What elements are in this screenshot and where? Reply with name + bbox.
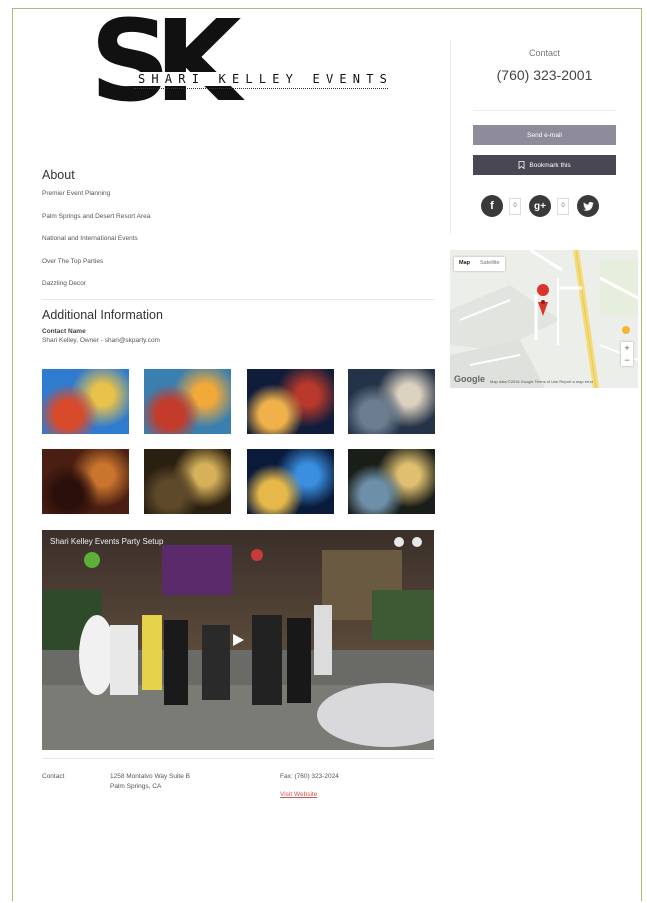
location-map[interactable]: Map Satellite + − Google Map data ©2016 … — [450, 250, 638, 388]
send-email-button[interactable]: Send e-mail — [473, 125, 616, 145]
lit-stage-photo[interactable] — [247, 369, 334, 434]
tent-dinner-photo[interactable] — [144, 449, 231, 514]
address-line-2: Palm Springs, CA — [110, 783, 162, 790]
bookmark-label: Bookmark this — [529, 161, 571, 169]
share-buttons: f 0 g+ 0 — [481, 195, 599, 217]
video-actions[interactable] — [394, 537, 422, 547]
about-item: Premier Event Planning — [42, 190, 111, 197]
footer-address: 1258 Montalvo Way Suite B Palm Springs, … — [110, 772, 190, 792]
about-item: Palm Springs and Desert Resort Area — [42, 212, 151, 220]
map-toggle-map[interactable]: Map — [454, 257, 475, 271]
bookmark-icon — [519, 161, 525, 169]
contact-name-value: Shari Kelley, Owner - shari@skparty.com — [42, 337, 160, 345]
map-brand-logo: Google — [454, 374, 485, 384]
logo-monogram: SK — [90, 0, 242, 127]
about-item: Over The Top Parties — [42, 257, 104, 265]
footer-website[interactable]: Visit Website — [280, 790, 317, 800]
about-list: Premier Event Planning Palm Springs and … — [42, 190, 434, 294]
about-item: Dazzling Decor — [42, 280, 87, 288]
additional-info-title: Additional Information — [42, 308, 163, 323]
footer-fax: Fax: (760) 323-2024 — [280, 773, 339, 780]
zoom-out-icon[interactable]: − — [621, 354, 633, 366]
map-type-toggle[interactable]: Map Satellite — [454, 257, 505, 271]
carnival-decor-photo[interactable] — [42, 369, 129, 434]
sidebar-contact-label: Contact — [528, 48, 561, 58]
runway-night-photo[interactable] — [348, 369, 435, 434]
send-email-label: Send e-mail — [527, 131, 562, 139]
pool-party-photo[interactable] — [247, 449, 334, 514]
sidebar-divider — [450, 40, 451, 234]
google-plus-icon[interactable]: g+ — [529, 195, 551, 217]
contact-name-label: Contact Name — [42, 328, 86, 336]
play-icon[interactable] — [230, 632, 246, 648]
map-zoom-controls[interactable]: + − — [621, 342, 633, 366]
logo-underline — [134, 88, 388, 89]
visit-website-link[interactable]: Visit Website — [280, 791, 317, 798]
about-item: National and International Events — [42, 235, 138, 243]
garden-tables-photo[interactable] — [348, 449, 435, 514]
brand-logo[interactable]: SK SHARI KELLEY EVENTS — [90, 6, 394, 130]
sidebar-phone[interactable]: (760) 323-2001 — [473, 67, 616, 83]
share-icon[interactable] — [412, 537, 422, 547]
facebook-count: 0 — [509, 197, 521, 215]
facebook-icon[interactable]: f — [481, 195, 503, 217]
about-title: About — [42, 168, 75, 182]
colorful-table-photo[interactable] — [144, 369, 231, 434]
logo-tagline: SHARI KELLEY EVENTS — [138, 72, 394, 86]
video-title: Shari Kelley Events Party Setup — [50, 537, 164, 546]
watch-later-icon[interactable] — [394, 537, 404, 547]
main-column: About Premier Event Planning Palm Spring… — [42, 168, 434, 344]
bookmark-button[interactable]: Bookmark this — [473, 155, 616, 175]
lounge-interior-photo[interactable] — [42, 449, 129, 514]
footer-divider — [42, 758, 434, 759]
google-plus-count: 0 — [557, 197, 569, 215]
map-toggle-satellite[interactable]: Satellite — [475, 257, 505, 271]
twitter-icon[interactable] — [577, 195, 599, 217]
divider — [42, 299, 434, 301]
map-attribution[interactable]: Map data ©2016 Google Terms of Use Repor… — [490, 379, 593, 384]
sidebar-rule — [473, 110, 616, 111]
zoom-in-icon[interactable]: + — [621, 342, 633, 354]
footer-contact-label: Contact — [42, 773, 65, 780]
address-line-1: 1258 Montalvo Way Suite B — [110, 773, 190, 780]
